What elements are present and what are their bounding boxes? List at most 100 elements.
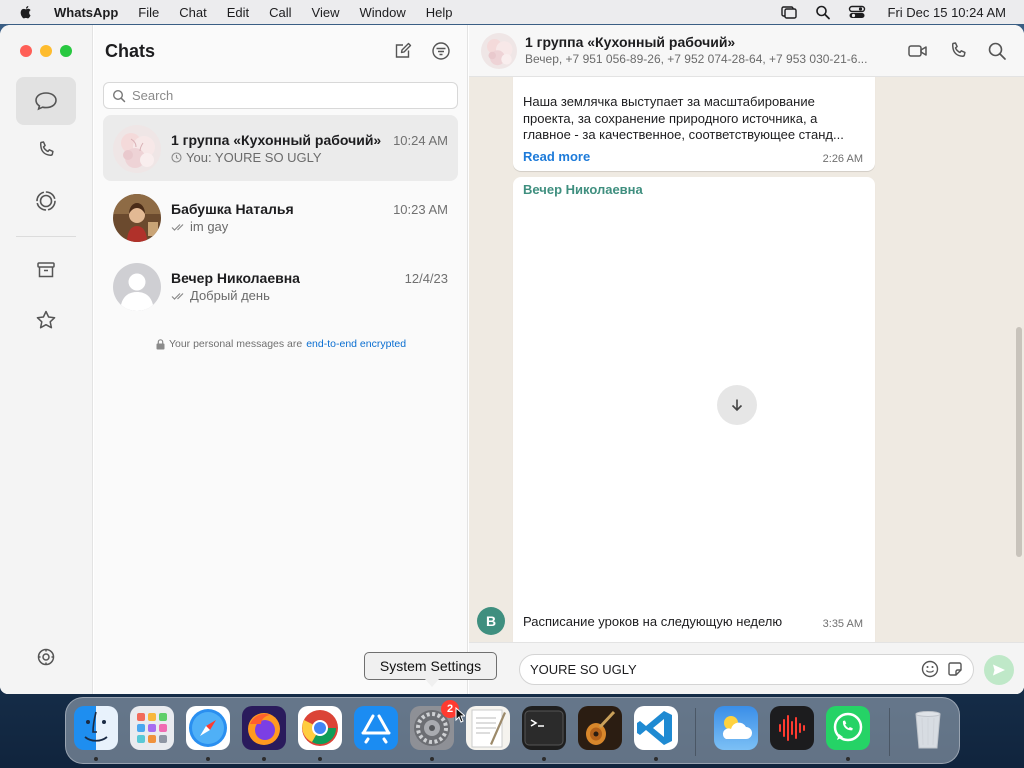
weather-cloud-icon — [722, 716, 752, 739]
dock-firefox[interactable] — [242, 706, 286, 750]
read-more-link[interactable]: Read more — [523, 149, 590, 164]
running-indicator — [846, 757, 850, 761]
launchpad-grid-icon — [137, 713, 167, 743]
menu-edit[interactable]: Edit — [227, 5, 249, 20]
sender-avatar[interactable]: В — [477, 607, 505, 635]
status-icon — [36, 191, 56, 211]
dock-tooltip: System Settings — [364, 652, 497, 687]
menubar-clock[interactable]: Fri Dec 15 10:24 AM — [888, 5, 1007, 20]
waveform-icon — [779, 715, 805, 741]
dock-trash[interactable] — [906, 706, 950, 750]
menu-bar: WhatsApp File Chat Edit Call View Window… — [0, 0, 1024, 24]
dock-launchpad[interactable] — [130, 706, 174, 750]
chat-list-title: Chats — [105, 41, 156, 61]
apple-menu-icon[interactable] — [18, 4, 34, 20]
message-composer — [469, 642, 1024, 694]
dock-app-store[interactable] — [354, 706, 398, 750]
trash-icon — [915, 711, 941, 749]
conversation-participants: Вечер, +7 951 056-89-26, +7 952 074-28-6… — [525, 52, 868, 66]
rail-calls-button[interactable] — [16, 126, 76, 174]
emoji-icon[interactable] — [921, 660, 939, 678]
double-check-icon — [171, 292, 184, 300]
menu-help[interactable]: Help — [426, 5, 453, 20]
default-avatar — [113, 263, 161, 311]
filter-icon[interactable] — [431, 41, 451, 61]
spotlight-search-icon[interactable] — [814, 4, 832, 20]
running-indicator — [94, 757, 98, 761]
sticker-icon[interactable] — [946, 660, 964, 678]
search-placeholder: Search — [132, 88, 174, 103]
message-text-line: проекта, за сохранение природного источн… — [523, 110, 818, 126]
control-center-icon[interactable] — [848, 4, 866, 20]
firefox-icon — [248, 713, 280, 745]
dock-divider — [889, 708, 890, 756]
mouse-cursor-icon — [455, 707, 465, 723]
safari-compass-icon — [189, 709, 227, 747]
running-indicator — [318, 757, 322, 761]
chat-list-item[interactable]: Вечер Николаевна 12/4/23 Добрый день — [103, 253, 458, 319]
media-message-bubble[interactable]: Вечер Николаевна Расписание уроков на сл… — [513, 177, 875, 642]
clock-icon — [171, 152, 182, 163]
dock-safari[interactable] — [186, 706, 230, 750]
dock-weather[interactable] — [714, 706, 758, 750]
rail-settings-button[interactable] — [16, 633, 76, 681]
dock-whatsapp[interactable] — [826, 706, 870, 750]
encryption-link[interactable]: end-to-end encrypted — [306, 338, 406, 350]
chat-preview: You: YOURE SO UGLY — [171, 150, 322, 165]
dock-garageband[interactable] — [578, 706, 622, 750]
message-bubble[interactable]: Наша землячка выступает за масштабирован… — [513, 77, 875, 171]
navigation-rail — [0, 25, 93, 694]
menu-chat[interactable]: Chat — [179, 5, 206, 20]
minimize-window-button[interactable] — [40, 45, 52, 57]
dock-finder[interactable] — [74, 706, 118, 750]
app-store-icon — [361, 714, 391, 744]
screen-mirroring-icon[interactable] — [780, 4, 798, 20]
chat-list-item[interactable]: Бабушка Наталья 10:23 AM im gay — [103, 184, 458, 250]
archive-icon — [37, 262, 55, 278]
message-input[interactable] — [519, 654, 974, 685]
search-messages-icon[interactable] — [986, 40, 1008, 62]
chat-preview: Добрый день — [171, 288, 270, 303]
send-button[interactable] — [984, 655, 1014, 685]
scrollbar[interactable] — [1016, 327, 1022, 557]
rail-chats-button[interactable] — [16, 77, 76, 125]
menu-view[interactable]: View — [312, 5, 340, 20]
menu-call[interactable]: Call — [269, 5, 291, 20]
chat-preview-text: Добрый день — [190, 288, 270, 303]
new-chat-icon[interactable] — [393, 41, 413, 61]
whatsapp-window: Chats Search 1 группа «Кухонный рабочий»… — [0, 25, 1024, 694]
dock-textedit[interactable] — [466, 706, 510, 750]
message-sender[interactable]: Вечер Николаевна — [523, 182, 643, 197]
chat-name: 1 группа «Кухонный рабочий» — [171, 132, 382, 148]
chat-preview-text: You: YOURE SO UGLY — [186, 150, 322, 165]
chat-time: 12/4/23 — [404, 271, 448, 286]
settings-gear-icon — [37, 648, 55, 666]
conversation-header[interactable]: 1 группа «Кухонный рабочий» Вечер, +7 95… — [469, 25, 1024, 77]
message-area[interactable]: Наша землячка выступает за масштабирован… — [469, 77, 1024, 642]
dock-vscode[interactable] — [634, 706, 678, 750]
dock-terminal[interactable] — [522, 706, 566, 750]
voice-call-icon[interactable] — [947, 40, 969, 62]
chat-list-item[interactable]: 1 группа «Кухонный рабочий» 10:24 AM You… — [103, 115, 458, 181]
chat-time: 10:24 AM — [393, 133, 448, 148]
chrome-icon — [302, 710, 338, 746]
close-window-button[interactable] — [20, 45, 32, 57]
video-call-icon[interactable] — [907, 40, 929, 62]
zoom-window-button[interactable] — [60, 45, 72, 57]
menu-file[interactable]: File — [138, 5, 159, 20]
conversation-title: 1 группа «Кухонный рабочий» — [525, 34, 736, 50]
menu-app-name[interactable]: WhatsApp — [54, 5, 118, 20]
arrow-down-icon — [731, 399, 743, 412]
dock-voice-memos[interactable] — [770, 706, 814, 750]
chat-preview-text: im gay — [190, 219, 229, 234]
rail-status-button[interactable] — [16, 177, 76, 225]
send-icon — [993, 664, 1005, 676]
search-box[interactable]: Search — [103, 82, 458, 109]
download-button[interactable] — [717, 385, 757, 425]
rail-archived-button[interactable] — [16, 246, 76, 294]
rail-starred-button[interactable] — [16, 296, 76, 344]
menu-window[interactable]: Window — [359, 5, 405, 20]
conversation-panel: 1 группа «Кухонный рабочий» Вечер, +7 95… — [469, 25, 1024, 694]
rail-divider — [16, 236, 76, 237]
dock-chrome[interactable] — [298, 706, 342, 750]
